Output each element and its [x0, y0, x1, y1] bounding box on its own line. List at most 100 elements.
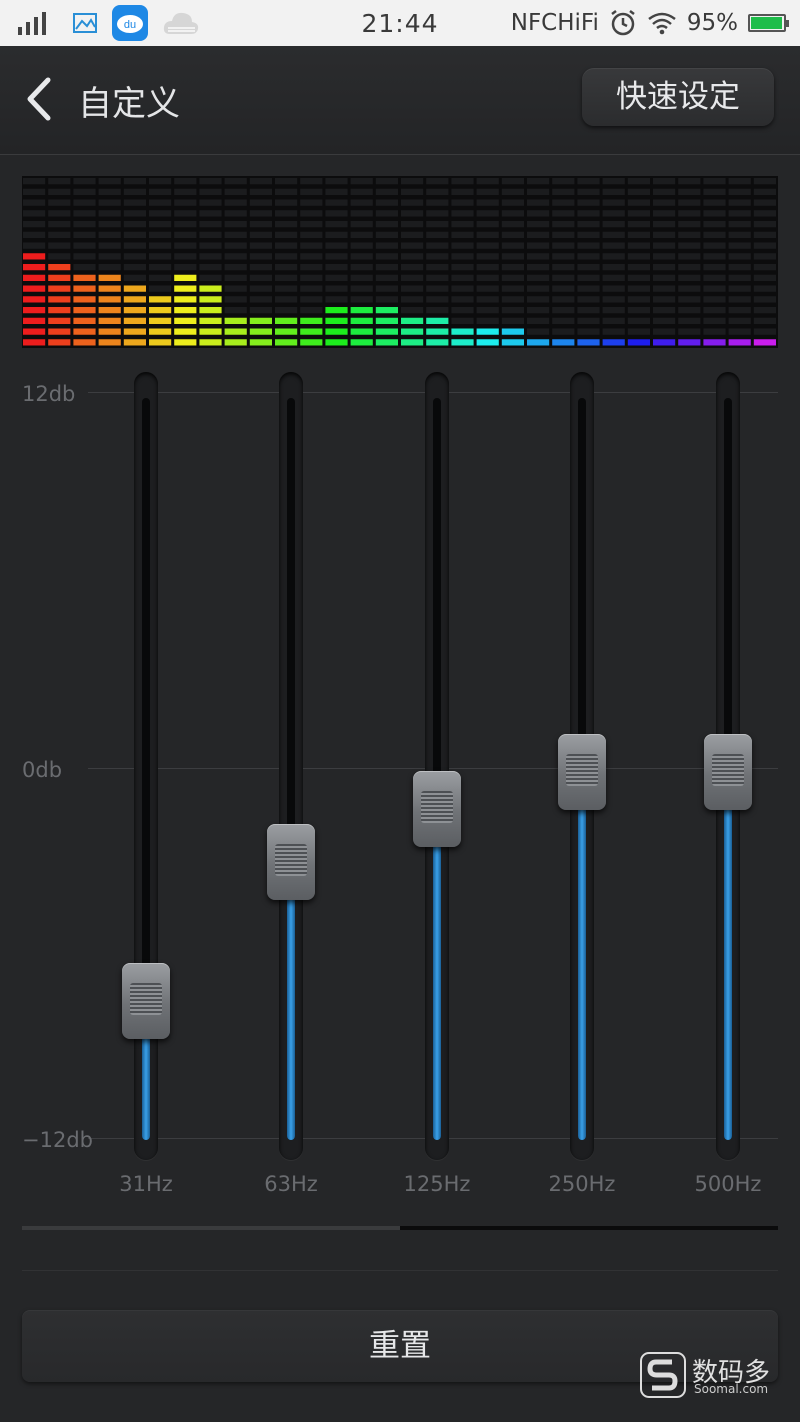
spectrum-cell: [627, 178, 650, 185]
spectrum-cell: [300, 285, 323, 292]
eq-slider-500hz[interactable]: [698, 360, 758, 1190]
spectrum-cell: [23, 264, 46, 271]
spectrum-cell: [678, 210, 701, 217]
spectrum-cell: [527, 253, 550, 260]
spectrum-cell: [325, 264, 348, 271]
spectrum-cell: [527, 317, 550, 324]
spectrum-cell: [174, 317, 197, 324]
spectrum-cell: [602, 253, 625, 260]
spectrum-cell: [375, 178, 398, 185]
spectrum-cell: [552, 231, 575, 238]
spectrum-cell: [224, 199, 247, 206]
spectrum-cell: [350, 328, 373, 335]
spectrum-cell: [602, 285, 625, 292]
spectrum-cell: [48, 328, 71, 335]
spectrum-cell: [577, 328, 600, 335]
spectrum-cell: [527, 178, 550, 185]
spectrum-cell: [199, 231, 222, 238]
spectrum-cell: [653, 317, 676, 324]
spectrum-cell: [149, 242, 172, 249]
slider-knob[interactable]: [267, 823, 315, 900]
spectrum-cell: [48, 199, 71, 206]
spectrum-cell: [728, 242, 751, 249]
spectrum-cell: [199, 328, 222, 335]
spectrum-cell: [23, 242, 46, 249]
spectrum-cell: [627, 231, 650, 238]
spectrum-cell: [73, 264, 96, 271]
spectrum-cell: [300, 178, 323, 185]
quick-preset-button[interactable]: 快速设定: [582, 68, 774, 126]
spectrum-cell: [199, 274, 222, 281]
spectrum-cell: [426, 328, 449, 335]
spectrum-cell: [375, 210, 398, 217]
spectrum-cell: [527, 242, 550, 249]
spectrum-cell: [451, 253, 474, 260]
spectrum-cell: [48, 178, 71, 185]
spectrum-cell: [753, 188, 776, 195]
spectrum-cell: [123, 307, 146, 314]
spectrum-cell: [653, 242, 676, 249]
grip-lines-icon: [421, 791, 453, 824]
spectrum-cell: [753, 253, 776, 260]
spectrum-cell: [325, 339, 348, 346]
spectrum-cell: [451, 210, 474, 217]
spectrum-cell: [678, 264, 701, 271]
spectrum-cell: [224, 339, 247, 346]
spectrum-cell: [98, 178, 121, 185]
spectrum-cell: [401, 296, 424, 303]
eq-slider-250hz[interactable]: [552, 360, 612, 1190]
spectrum-cell: [728, 339, 751, 346]
spectrum-cell: [501, 264, 524, 271]
spectrum-cell: [577, 231, 600, 238]
battery-icon: [748, 14, 789, 32]
spectrum-cell: [527, 339, 550, 346]
spectrum-cell: [249, 221, 272, 228]
spectrum-cell: [552, 274, 575, 281]
soomal-logo: [640, 1352, 686, 1398]
slider-knob[interactable]: [704, 734, 752, 811]
eq-slider-63hz[interactable]: [261, 360, 321, 1190]
spectrum-cell: [98, 253, 121, 260]
spectrum-cell: [224, 317, 247, 324]
spectrum-cell: [48, 307, 71, 314]
spectrum-cell: [703, 210, 726, 217]
spectrum-cell: [350, 253, 373, 260]
spectrum-cell: [350, 307, 373, 314]
spectrum-cell: [577, 188, 600, 195]
spectrum-cell: [753, 231, 776, 238]
spectrum-cell: [73, 199, 96, 206]
eq-slider-125hz[interactable]: [407, 360, 467, 1190]
spectrum-cell: [678, 231, 701, 238]
eq-slider-31hz[interactable]: [116, 360, 176, 1190]
chevron-left-icon[interactable]: [20, 74, 60, 124]
spectrum-cell: [653, 307, 676, 314]
spectrum-cell: [451, 328, 474, 335]
spectrum-cell: [728, 188, 751, 195]
spectrum-cell: [501, 339, 524, 346]
spectrum-cell: [73, 253, 96, 260]
spectrum-cell: [98, 264, 121, 271]
page-scroll-thumb: [400, 1226, 778, 1230]
spectrum-cell: [451, 274, 474, 281]
spectrum-cell: [602, 296, 625, 303]
spectrum-cell: [199, 178, 222, 185]
spectrum-cell: [375, 188, 398, 195]
page-scroll-indicator: [22, 1226, 778, 1230]
spectrum-cell: [678, 328, 701, 335]
spectrum-cell: [552, 221, 575, 228]
spectrum-cell: [753, 328, 776, 335]
slider-knob[interactable]: [558, 734, 606, 811]
spectrum-cell: [627, 221, 650, 228]
spectrum-cell: [401, 242, 424, 249]
spectrum-cell: [23, 317, 46, 324]
spectrum-cell: [199, 285, 222, 292]
spectrum-cell: [451, 317, 474, 324]
spectrum-cell: [123, 178, 146, 185]
slider-knob[interactable]: [413, 771, 461, 848]
slider-knob[interactable]: [122, 962, 170, 1039]
spectrum-cell: [426, 231, 449, 238]
spectrum-cell: [325, 274, 348, 281]
spectrum-cell: [123, 317, 146, 324]
grip-lines-icon: [566, 754, 598, 787]
spectrum-cell: [199, 307, 222, 314]
